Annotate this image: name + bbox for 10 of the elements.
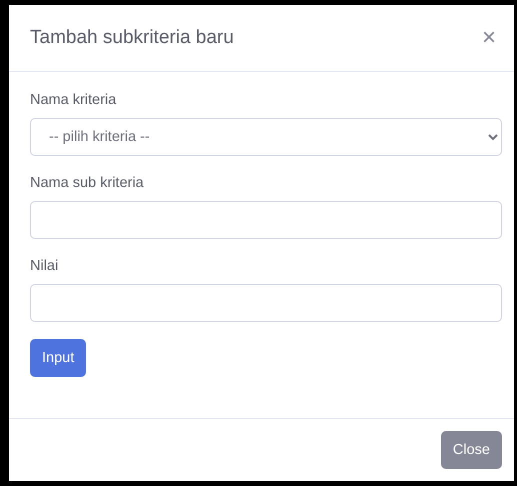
field-label: Nama sub kriteria xyxy=(30,175,145,191)
modal-title: Tambah subkriteria baru xyxy=(30,27,234,49)
field-label: Nilai xyxy=(30,258,60,274)
input-field[interactable] xyxy=(30,284,502,322)
input-field[interactable] xyxy=(30,201,502,239)
field-label: Nama kriteria xyxy=(30,92,118,108)
close-button[interactable]: Close xyxy=(440,431,502,469)
select-field[interactable]: -- pilih kriteria -- xyxy=(30,118,502,156)
close-button[interactable]: × xyxy=(478,26,500,50)
input-button[interactable]: Input xyxy=(30,339,86,377)
